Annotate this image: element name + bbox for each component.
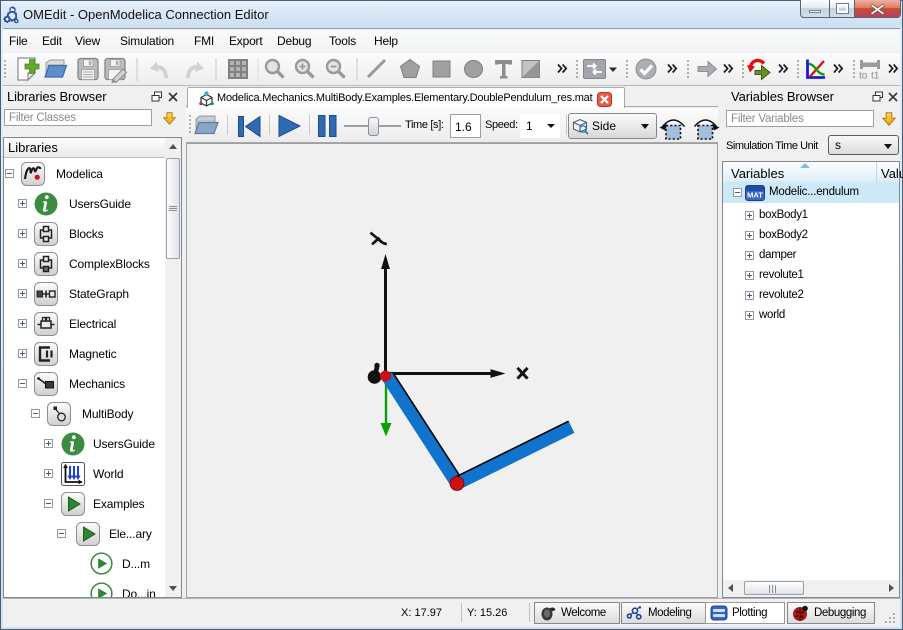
svg-text:t1: t1	[871, 71, 880, 82]
svg-text:to: to	[859, 71, 868, 82]
